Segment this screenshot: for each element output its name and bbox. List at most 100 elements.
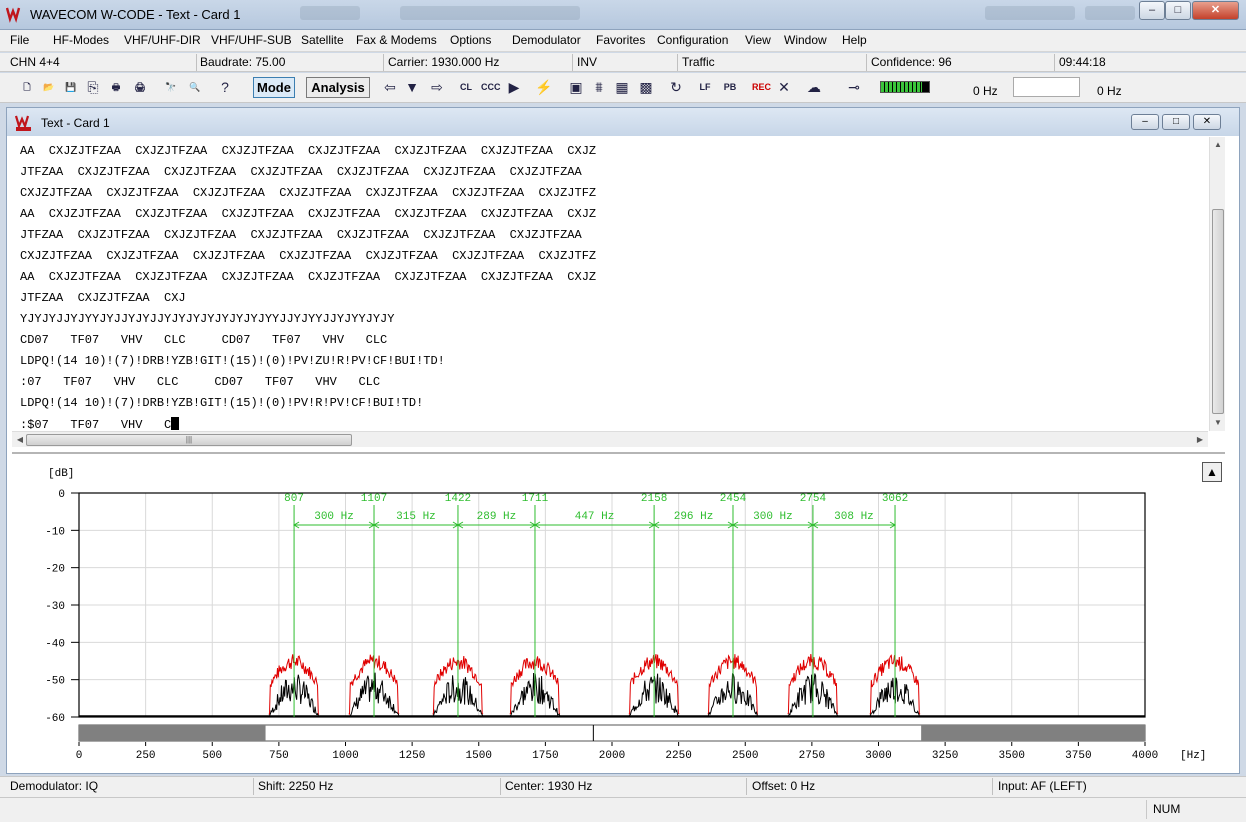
menu-fax-modems[interactable]: Fax & Modems [356, 33, 437, 47]
decoded-text-output[interactable]: AA CXJZJTFZAA CXJZJTFZAA CXJZJTFZAA CXJZ… [12, 138, 1208, 432]
close-button[interactable]: ✕ [1192, 1, 1239, 20]
dropdown-icon[interactable]: ▼ [403, 78, 421, 96]
arrow-right-icon[interactable]: ⇨ [428, 78, 446, 96]
input-status: Input: AF (LEFT) [998, 779, 1087, 793]
print-icon[interactable]: 🖶 [107, 78, 125, 96]
x-tick-label: 2500 [732, 750, 758, 762]
menu-file[interactable]: File [10, 33, 29, 47]
spectrum-plot: 0 250 500 750 1000 1250 1500 1750 2000 2250 2500 27… [45, 468, 1206, 762]
mute-icon[interactable]: ✕ [775, 78, 793, 96]
grid-icon[interactable]: ▦ [613, 78, 631, 96]
find-next-icon[interactable]: 🔍 [186, 78, 204, 96]
vertical-scroll-thumb[interactable] [1212, 209, 1224, 414]
spacing-label: 308 Hz [834, 511, 874, 523]
text-line: CXJZJTFZAA CXJZJTFZAA CXJZJTFZAA CXJZJTF… [20, 186, 597, 200]
carrier-status: Carrier: 1930.000 Hz [388, 55, 500, 69]
spacing-label: 447 Hz [575, 511, 615, 523]
scroll-right-icon[interactable]: ▶ [1192, 432, 1208, 448]
frequency-marker-label: 2158 [641, 493, 667, 505]
x-tick-label: 3250 [932, 750, 958, 762]
text-line: YJYJYJJYJYYJYJJYJYJJYJYJYJYJYJYJYJYYJJYJ… [20, 312, 395, 326]
spacing-label: 296 Hz [674, 511, 714, 523]
menu-satellite[interactable]: Satellite [301, 33, 344, 47]
spacing-label: 300 Hz [314, 511, 354, 523]
menu-help[interactable]: Help [842, 33, 867, 47]
separator [1054, 54, 1055, 71]
text-line: AA CXJZJTFZAA CXJZJTFZAA CXJZJTFZAA CXJZ… [20, 207, 597, 221]
menu-window[interactable]: Window [784, 33, 827, 47]
menu-view[interactable]: View [745, 33, 771, 47]
frequency-marker-label: 2754 [800, 493, 827, 505]
offset-status: Offset: 0 Hz [752, 779, 816, 793]
play-icon[interactable]: ▶ [505, 78, 523, 96]
menu-vhf-uhf-dir[interactable]: VHF/UHF-DIR [124, 33, 201, 47]
arrow-left-icon[interactable]: ⇦ [381, 78, 399, 96]
y-tick-label: -50 [45, 676, 65, 688]
x-tick-label: 1000 [332, 750, 358, 762]
sync-icon[interactable]: ↻ [667, 78, 685, 96]
maximize-button[interactable]: □ [1165, 1, 1191, 20]
lcf-icon[interactable]: LF [696, 78, 714, 96]
child-close-button[interactable]: ✕ [1193, 114, 1221, 130]
x-axis-label: [Hz] [1180, 750, 1206, 762]
text-line: CXJZJTFZAA CXJZJTFZAA CXJZJTFZAA CXJZJTF… [20, 249, 597, 263]
menu-demodulator[interactable]: Demodulator [512, 33, 581, 47]
text-line: LDPQ!(14 10)!(7)!DRB!YZB!GIT!(15)!(0)!PV… [20, 396, 424, 410]
signal-level-meter [880, 81, 930, 93]
title-bar-background-item [400, 6, 580, 20]
clear-all-icon[interactable]: CCC [481, 78, 501, 96]
modem-icon[interactable]: ▣ [567, 78, 585, 96]
frequency-marker-label: 1107 [361, 493, 387, 505]
frequency-readout-right: 0 Hz [1097, 84, 1122, 98]
print-preview-icon[interactable]: 🖨 [131, 78, 149, 96]
horizontal-scroll-thumb[interactable]: ||| [26, 434, 352, 446]
child-maximize-button[interactable]: □ [1162, 114, 1190, 130]
y-axis-label: [dB] [48, 468, 74, 480]
tune-icon[interactable]: ⚡ [535, 78, 553, 96]
x-tick-label: 3500 [999, 750, 1025, 762]
record-icon[interactable]: REC [752, 78, 771, 96]
scroll-down-icon[interactable]: ▼ [1210, 415, 1226, 431]
antenna-icon[interactable]: ⩩ [590, 78, 608, 96]
frequency-marker-label: 1422 [445, 493, 471, 505]
minimize-button[interactable]: – [1139, 1, 1165, 20]
menu-configuration[interactable]: Configuration [657, 33, 728, 47]
clear-icon[interactable]: CL [457, 78, 475, 96]
help-icon[interactable]: ? [216, 78, 234, 96]
open-icon[interactable]: 📂 [40, 78, 58, 96]
separator [253, 778, 254, 795]
shift-status: Shift: 2250 Hz [258, 779, 334, 793]
frequency-marker-label: 2454 [720, 493, 747, 505]
text-line-content: :$07 TF07 VHV C [20, 418, 172, 432]
text-line: JTFZAA CXJZJTFZAA CXJ [20, 291, 186, 305]
pattern-icon[interactable]: ▩ [637, 78, 655, 96]
analysis-button[interactable]: Analysis [306, 77, 370, 98]
find-icon[interactable]: 🔭 [162, 78, 180, 96]
text-vertical-scrollbar[interactable]: ▲ ▼ [1209, 137, 1225, 431]
save-icon[interactable]: 💾 [62, 78, 80, 96]
signal-level-fill [881, 82, 922, 92]
menu-vhf-uhf-sub[interactable]: VHF/UHF-SUB [211, 33, 292, 47]
copy-icon[interactable]: ⎘ [84, 78, 102, 96]
spectrum-analyzer[interactable]: 0 250 500 750 1000 1250 1500 1750 2000 2250 2500 27… [12, 452, 1225, 769]
menu-hf-modes[interactable]: HF-Modes [53, 33, 109, 47]
x-tick-label: 250 [136, 750, 156, 762]
frequency-marker-label: 807 [284, 493, 304, 505]
y-tick-label: -60 [45, 713, 65, 725]
pb-icon[interactable]: PB [721, 78, 739, 96]
x-tick-label: 3000 [865, 750, 891, 762]
line-icon[interactable]: ⊸ [845, 78, 863, 96]
expand-spectrum-icon[interactable]: ▲ [1202, 462, 1222, 482]
scroll-up-icon[interactable]: ▲ [1210, 137, 1226, 153]
new-icon[interactable]: 🗋 [18, 78, 36, 96]
menu-options[interactable]: Options [450, 33, 491, 47]
center-status: Center: 1930 Hz [505, 779, 593, 793]
wavecom-logo-icon [6, 7, 21, 23]
spacing-label: 300 Hz [753, 511, 793, 523]
text-horizontal-scrollbar[interactable]: ◀ ||| ▶ [12, 431, 1208, 447]
mode-button[interactable]: Mode [253, 77, 295, 98]
passband-right-stop [921, 725, 1145, 741]
menu-favorites[interactable]: Favorites [596, 33, 645, 47]
cloud-icon[interactable]: ☁ [805, 78, 823, 96]
child-minimize-button[interactable]: – [1131, 114, 1159, 130]
